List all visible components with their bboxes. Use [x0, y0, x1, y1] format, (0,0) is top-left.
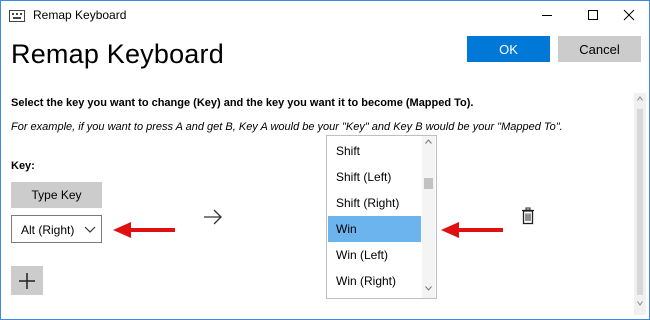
- keyboard-icon: [9, 9, 25, 22]
- list-item[interactable]: Shift (Right): [328, 190, 421, 216]
- key-dropdown[interactable]: Alt (Right): [11, 215, 102, 243]
- red-arrow-annotation: [441, 222, 503, 238]
- close-button[interactable]: [611, 1, 647, 29]
- red-arrow-annotation: [113, 222, 175, 238]
- ok-button[interactable]: OK: [467, 36, 550, 62]
- example-text: For example, if you want to press A and …: [11, 121, 563, 133]
- list-item[interactable]: Win (Right): [328, 268, 421, 294]
- instruction-text: Select the key you want to change (Key) …: [11, 97, 474, 109]
- minimize-icon: [542, 15, 552, 16]
- list-item-selected[interactable]: Win: [328, 216, 421, 242]
- scroll-down-icon[interactable]: [425, 286, 432, 291]
- arrow-right-icon: [204, 209, 222, 225]
- list-scrollbar[interactable]: [422, 136, 435, 298]
- content-scroll-thumb[interactable]: [637, 109, 643, 295]
- chevron-down-icon: [84, 226, 96, 233]
- title-bar: Remap Keyboard: [1, 1, 649, 29]
- window-title: Remap Keyboard: [33, 8, 127, 22]
- key-dropdown-value: Alt (Right): [21, 223, 75, 237]
- list-item[interactable]: Win (Left): [328, 242, 421, 268]
- add-mapping-button[interactable]: [11, 266, 43, 295]
- content-scrollbar[interactable]: [634, 93, 646, 315]
- remap-keyboard-window: Remap Keyboard Remap Keyboard OK Cancel …: [0, 0, 650, 320]
- list-item[interactable]: Shift: [328, 138, 421, 164]
- key-column-label: Key:: [11, 160, 35, 172]
- close-icon: [623, 9, 635, 21]
- list-scroll-thumb[interactable]: [424, 178, 433, 189]
- scroll-down-icon[interactable]: [637, 301, 643, 306]
- cancel-button[interactable]: Cancel: [558, 36, 641, 62]
- maximize-button[interactable]: [575, 1, 611, 29]
- mapped-to-dropdown-list[interactable]: Shift Shift (Left) Shift (Right) Win Win…: [326, 135, 437, 299]
- maximize-icon: [588, 10, 598, 20]
- page-title: Remap Keyboard: [11, 39, 224, 69]
- trash-icon[interactable]: [520, 207, 536, 225]
- scroll-up-icon[interactable]: [425, 139, 432, 144]
- type-key-button[interactable]: Type Key: [11, 182, 102, 208]
- minimize-button[interactable]: [529, 1, 565, 29]
- plus-icon: [19, 273, 35, 289]
- scroll-up-icon[interactable]: [637, 96, 643, 101]
- list-item[interactable]: Shift (Left): [328, 164, 421, 190]
